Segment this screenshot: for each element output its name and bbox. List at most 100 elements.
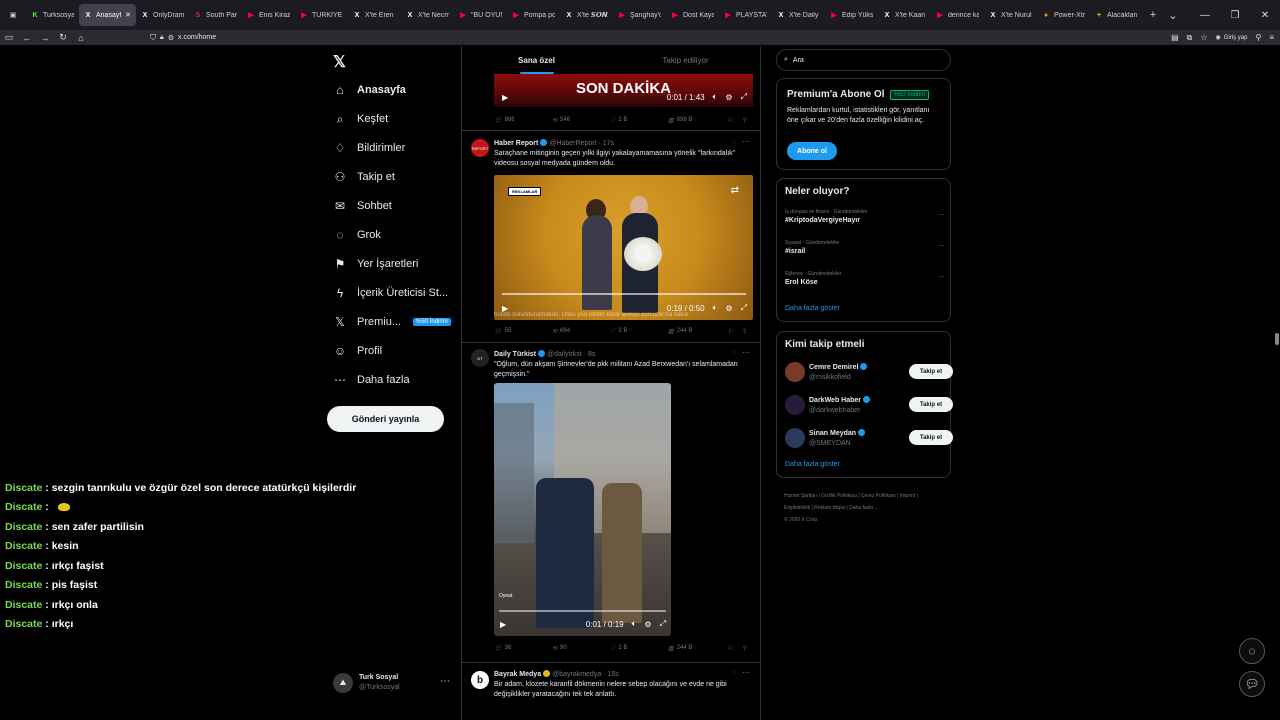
views-button[interactable]: ▥ 898 B	[668, 117, 728, 124]
reload-button[interactable]: ↻	[54, 32, 72, 43]
repost-button[interactable]: ⟲ 90	[552, 645, 610, 652]
tab-for-you[interactable]: Sana özel	[462, 46, 611, 74]
nav-item-bookmark[interactable]: ⚑ Yer İşaretleri	[333, 253, 419, 275]
more-dots-icon[interactable]: ⋯	[938, 242, 945, 250]
nav-item-mail[interactable]: ✉ Sohbet	[333, 195, 392, 217]
more-dots-icon[interactable]: ⋯	[440, 676, 450, 687]
play-icon[interactable]: ▶	[502, 93, 508, 102]
author-handle[interactable]: @dailytrkst	[547, 351, 582, 358]
repost-button[interactable]: ⟲ 546	[552, 117, 610, 124]
video-player[interactable]: Oynat ▶ 0:01 / 0:19 🔈︎ ⚙ ⤢	[494, 383, 671, 636]
nav-item-home[interactable]: ⌂ Anasayfa	[333, 79, 406, 101]
browser-tab[interactable]: X X'te Eren Ca	[348, 4, 401, 26]
browser-tab[interactable]: ▶ "BU OYUN	[454, 4, 507, 26]
repost-button[interactable]: ⟲ 694	[552, 328, 610, 335]
x-logo-icon[interactable]: 𝕏	[333, 52, 346, 72]
like-button[interactable]: ♡ 2 B	[610, 117, 668, 124]
screenshot-icon[interactable]: ⧉	[1187, 33, 1193, 43]
post-menu[interactable]: ◌ ⋯	[731, 348, 750, 357]
settings-icon[interactable]: ⚙	[725, 304, 732, 313]
messages-fab-button[interactable]: 💬︎	[1239, 671, 1265, 697]
trend-item[interactable]: Eğlence · Gündemdekiler Erol Köse ⋯	[785, 271, 945, 286]
more-dots-icon[interactable]: ⋯	[938, 211, 945, 219]
forward-button[interactable]: →	[36, 33, 54, 43]
scrollbar-thumb[interactable]	[1275, 333, 1279, 345]
minimize-button[interactable]: —	[1190, 10, 1220, 21]
reply-button[interactable]: 💬︎ 36	[494, 645, 552, 652]
volume-icon[interactable]: 🔈︎	[632, 619, 637, 629]
post-menu[interactable]: ◌ ⋯	[731, 668, 750, 677]
search-input[interactable]: ⌕ Ara	[776, 49, 951, 71]
browser-tab[interactable]: K Turksosyal	[26, 4, 79, 26]
fullscreen-icon[interactable]: ⤢	[741, 92, 747, 102]
settings-icon[interactable]: ⚙	[644, 620, 651, 629]
browser-tab[interactable]: ▶ Şanghay'da	[613, 4, 666, 26]
author-name[interactable]: Daily Türkist	[494, 351, 536, 358]
reader-icon[interactable]: ▤	[1171, 33, 1179, 42]
video-progress[interactable]	[499, 610, 666, 612]
nav-item-x-premium[interactable]: 𝕏 Premiu... %50 İndirim	[333, 311, 451, 333]
browser-tab[interactable]: X Anasayfa ✕	[79, 4, 136, 26]
browser-tab[interactable]: ▶ PLAYSTATIO	[719, 4, 772, 26]
url-bar[interactable]: ⛉ 🔒︎ ⚙ x.com/home	[150, 30, 216, 45]
settings-icon[interactable]: ⚙	[725, 93, 732, 102]
browser-tab[interactable]: X X'te Daily Tü	[772, 4, 825, 26]
author-name[interactable]: Haber Report	[494, 140, 538, 147]
extensions-icon[interactable]: ⚲	[1255, 33, 1261, 42]
trend-item[interactable]: Siyaset · Gündemdekiler #israil ⋯	[785, 240, 945, 255]
bookmark-icon[interactable]: ⚐	[728, 117, 742, 124]
grok-icon[interactable]: ◌	[731, 137, 736, 146]
views-button[interactable]: ▥ 244 B	[668, 645, 728, 652]
footer-link[interactable]: Imprint	[900, 493, 915, 499]
grok-icon[interactable]: ◌	[731, 668, 736, 677]
follow-suggestion[interactable]: Sinan Meydan @SMEYDAN Takip et	[785, 426, 953, 452]
follow-suggestion[interactable]: DarkWeb Haber @darkwebhaber Takip et	[785, 393, 953, 419]
grok-icon[interactable]: ◌	[731, 348, 736, 357]
author-handle[interactable]: @bayrakmedya	[552, 671, 601, 678]
home-button[interactable]: ⌂	[72, 33, 90, 43]
browser-tab[interactable]: + Alacaklarım	[1090, 4, 1143, 26]
footer-link[interactable]: Daha fazla ...	[849, 505, 878, 511]
browser-tab[interactable]: X X'te Nurull	[984, 4, 1037, 26]
follow-button[interactable]: Takip et	[909, 364, 953, 379]
footer-link[interactable]: Hizmet Şartları	[784, 493, 817, 499]
footer-link[interactable]: Çerez Politikası	[861, 493, 896, 499]
footer-link[interactable]: Reklam bilgisi	[814, 505, 845, 511]
video-progress[interactable]	[502, 293, 746, 295]
signin-button[interactable]: ◉ Giriş yap	[1216, 34, 1248, 42]
trend-item[interactable]: İş dünyası ve finans · Gündemdekiler #Kri…	[785, 209, 945, 224]
browser-tab[interactable]: X X'te Necmi T	[401, 4, 454, 26]
share-icon[interactable]: ⇪	[742, 645, 747, 652]
browser-tab[interactable]: X X'te 𝙎𝙊𝙉𝙎	[560, 4, 613, 26]
browser-tab[interactable]: ▶ TÜRKİYE NA	[295, 4, 348, 26]
browser-tab[interactable]: X OnlyDrama	[136, 4, 189, 26]
browser-tab[interactable]: ▶ Pompa pom	[507, 4, 560, 26]
grok-fab-button[interactable]: ◌	[1239, 638, 1265, 664]
share-icon[interactable]: ⇪	[742, 117, 747, 124]
nav-item-lightning[interactable]: ϟ İçerik Üreticisi St...	[333, 282, 448, 304]
share-icon[interactable]: ⇪	[742, 328, 747, 335]
nav-item-bell[interactable]: ♢ Bildirimler	[333, 137, 406, 159]
follow-suggestion[interactable]: Cemre Demirel @msikkofield Takip et	[785, 360, 953, 386]
follow-button[interactable]: Takip et	[909, 430, 953, 445]
video-player[interactable]: REKLAMLAR ⇄ ▶ 0:19 / 0:50 🔈︎ ⚙ ⤢ hunde b…	[494, 175, 753, 320]
reply-button[interactable]: 💬︎ 55	[494, 328, 552, 335]
nav-item-profile[interactable]: ☺ Profil	[333, 340, 382, 362]
footer-link[interactable]: Gizlilik Politikası	[821, 493, 857, 499]
post[interactable]: DT Daily Türkist @dailytrkst · 8s ◌ ⋯ "Oğl…	[462, 342, 760, 662]
bookmark-icon[interactable]: ⚐	[728, 645, 742, 652]
menu-icon[interactable]: ≡	[1269, 33, 1274, 42]
play-icon[interactable]: ▶	[500, 620, 506, 629]
author-name[interactable]: Bayrak Medya	[494, 671, 541, 678]
trends-show-more[interactable]: Daha fazla göster	[785, 305, 840, 312]
browser-tab[interactable]: ▶ Dost Kayaoğ	[666, 4, 719, 26]
like-button[interactable]: ♡ 1 B	[610, 645, 668, 652]
post-button[interactable]: Gönderi yayınla	[327, 406, 444, 432]
close-window-button[interactable]: ✕	[1250, 10, 1280, 21]
browser-tab[interactable]: ● Power-Xtra	[1037, 4, 1090, 26]
video-player[interactable]: SON DAKİKA ▶ 0:01 / 1:43 🔈︎ ⚙ ⤢	[494, 74, 753, 107]
account-switcher[interactable]: ⛰ Turk Sosyal @Turksosyal ⋯	[333, 670, 458, 696]
tab-list-icon[interactable]: ▣	[0, 0, 26, 30]
post[interactable]: REPORT Haber Report @HaberReport · 17s ◌ ⋯…	[462, 130, 760, 342]
footer-link[interactable]: Erişilebilirlik	[784, 505, 810, 511]
